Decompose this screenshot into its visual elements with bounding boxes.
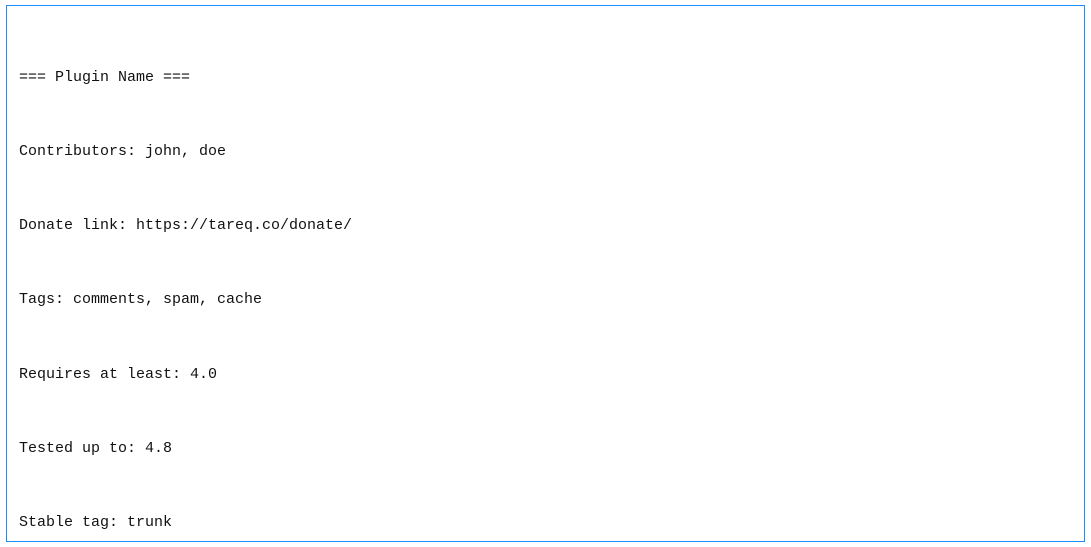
- code-line: Tags: comments, spam, cache: [19, 288, 1072, 313]
- code-line: Contributors: john, doe: [19, 140, 1072, 165]
- code-line: Requires at least: 4.0: [19, 363, 1072, 388]
- readme-code-block: === Plugin Name === Contributors: john, …: [6, 5, 1085, 542]
- code-line: Donate link: https://tareq.co/donate/: [19, 214, 1072, 239]
- code-line: Tested up to: 4.8: [19, 437, 1072, 462]
- code-line: Stable tag: trunk: [19, 511, 1072, 536]
- code-line: === Plugin Name ===: [19, 66, 1072, 91]
